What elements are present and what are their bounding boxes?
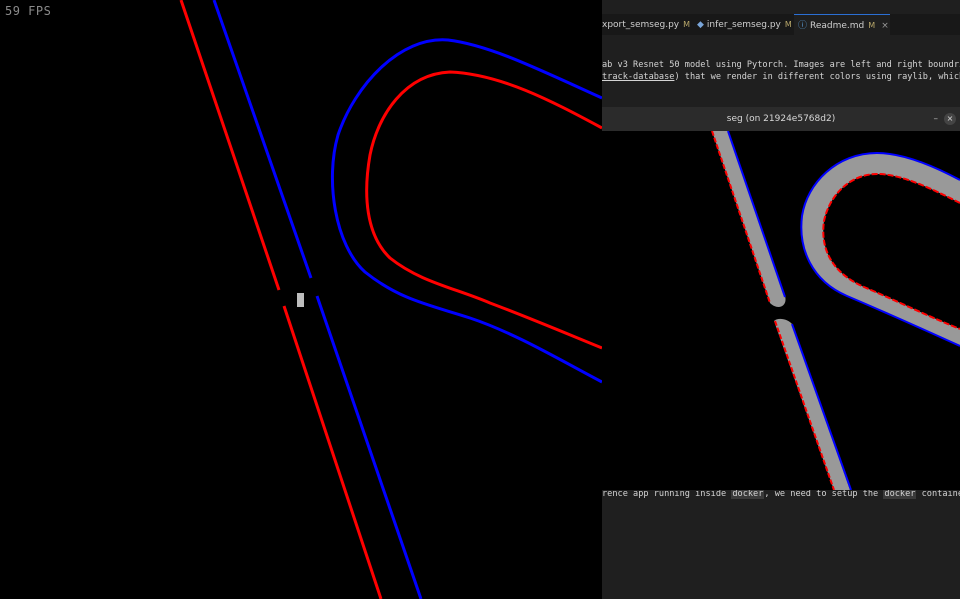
blue-edge [791,323,852,490]
readme-text: ) that we render in different colors usi… [674,72,960,82]
info-icon: ⓘ [798,21,808,31]
segmented-track-straight-lower [774,318,850,490]
red-boundary-hairpin [365,70,602,350]
blue-edge [727,131,786,298]
segmented-track-straight-upper [712,131,786,307]
segmentation-output-canvas [711,131,960,490]
modified-badge: M [683,20,691,29]
tab-infer-semseg[interactable]: ◆ infer_semseg.py M [697,14,792,35]
readme-line: ab v3 Resnet 50 model using Pytorch. Ima… [602,60,960,70]
python-file-icon: ◆ [697,20,704,30]
modified-badge: M [784,20,792,29]
inline-code: docker [883,489,917,499]
fps-counter: 59 FPS [5,4,52,18]
tab-label: xport_semseg.py [602,20,680,30]
close-button[interactable]: × [944,113,956,125]
readme-text: container [921,489,960,499]
editor-tab-bar: xport_semseg.py M ◆ infer_semseg.py M ⓘ Read… [602,14,960,36]
minimize-button[interactable]: – [934,107,939,131]
tab-label: infer_semseg.py [706,20,781,30]
tab-label: Readme.md [810,21,865,31]
car-marker [297,293,304,307]
seg-window-titlebar[interactable]: seg (on 21924e5768d2) – × [602,107,960,131]
modified-badge: M [868,21,876,30]
segmentation-window: seg (on 21924e5768d2) – × [602,107,960,490]
readme-link[interactable]: track-database [602,72,674,82]
tab-export-semseg[interactable]: xport_semseg.py M [602,14,690,35]
readme-text: rence app running inside [602,489,732,499]
close-tab-icon[interactable]: × [881,21,889,31]
blue-boundary-straight-lower [315,295,423,599]
readme-line: rence app running inside docker, we need… [602,489,960,499]
track-render-canvas [179,0,602,599]
window-title: seg (on 21924e5768d2) [726,114,836,124]
readme-line: track-database) that we render in differ… [602,72,960,82]
readme-text: , we need to setup the [764,489,884,499]
tab-readme[interactable]: ⓘ Readme.md M × [794,14,890,36]
red-boundary-straight-lower [282,305,383,599]
raylib-render-window: 59 FPS [0,0,602,599]
inline-code: docker [731,489,765,499]
